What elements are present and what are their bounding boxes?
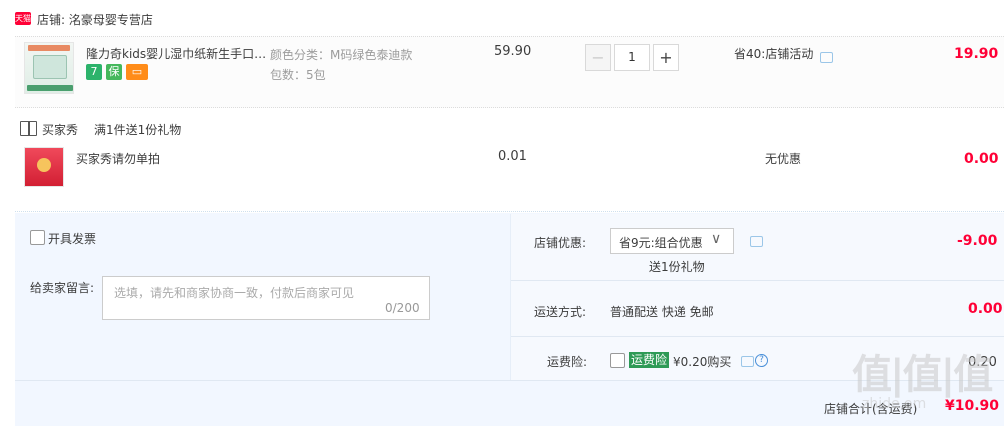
insurance-price: ¥0.20购买 [673, 355, 732, 369]
gift-label: 买家秀 [42, 123, 79, 137]
product-title[interactable]: 隆力奇kids婴儿湿巾纸新生手口… [86, 45, 266, 62]
shop-discount-label: 店铺优惠: [534, 236, 587, 250]
divider [511, 336, 1004, 337]
divider [511, 280, 1004, 281]
help-icon[interactable]: ? [755, 354, 768, 367]
sku-color: 颜色分类：M码绿色泰迪款 [270, 48, 413, 62]
credit-card-icon[interactable]: ▭ [126, 64, 148, 80]
gift-price: 0.01 [498, 149, 527, 164]
shipping-label: 运送方式: [534, 305, 587, 319]
quantity-input[interactable]: 1 [614, 44, 650, 71]
gift-promotion: 无优惠 [765, 152, 802, 166]
guarantee-icon[interactable]: 保 [106, 64, 122, 80]
gift-note: 送1份礼物 [649, 260, 705, 274]
watermark: 值|值|值 [852, 352, 993, 398]
gift-icon [20, 121, 37, 136]
gift-subtotal: 0.00 [964, 151, 999, 167]
gift-title[interactable]: 买家秀请勿单拍 [76, 150, 160, 167]
thumbnail-footer [27, 85, 73, 91]
item-subtotal: 19.90 [954, 46, 999, 62]
gift-medal-icon [37, 158, 51, 172]
shop-name[interactable]: 店铺: 洺豪母婴专营店 [37, 11, 153, 28]
shop-discount-selected[interactable]: 省9元:组合优惠 [619, 234, 703, 251]
seven-day-return-icon[interactable]: 7 [86, 64, 102, 80]
invoice-label[interactable]: 开具发票 [48, 230, 96, 247]
message-label: 给卖家留言: [30, 281, 95, 295]
item-promotion: 省40:店铺活动 [734, 47, 814, 61]
discount-info-icon[interactable] [750, 236, 763, 247]
sku-count: 包数：5包 [270, 68, 326, 82]
message-char-count: 0/200 [385, 301, 420, 315]
divider [15, 211, 1004, 212]
thumbnail-pack [33, 55, 67, 79]
invoice-checkbox[interactable] [30, 230, 45, 245]
shop-total-value: ¥10.90 [945, 398, 1000, 414]
quantity-decrease-button[interactable]: − [585, 44, 611, 71]
chevron-down-icon[interactable]: ∨ [711, 231, 721, 247]
shipping-method: 普通配送 快递 免邮 [610, 305, 714, 319]
gift-description: 满1件送1份礼物 [94, 123, 182, 137]
insurance-checkbox[interactable] [610, 353, 625, 368]
quantity-increase-button[interactable]: + [653, 44, 679, 71]
shipping-cost: 0.00 [968, 301, 1003, 317]
insurance-info-icon[interactable] [741, 356, 754, 367]
shop-discount-value: -9.00 [957, 233, 998, 249]
message-placeholder: 选填，请先和商家协商一致，付款后商家可见 [114, 286, 355, 300]
watermark-url: zhide.om [862, 396, 927, 412]
thumbnail-banner [28, 45, 70, 51]
promotion-info-icon[interactable] [820, 52, 833, 63]
gift-thumbnail[interactable] [24, 147, 64, 187]
tmall-logo: 天猫 [15, 12, 31, 25]
product-sku: 颜色分类：M码绿色泰迪款 包数：5包 [270, 45, 412, 85]
insurance-badge[interactable]: 运费险 [629, 352, 670, 368]
unit-price: 59.90 [494, 44, 532, 59]
insurance-label: 运费险: [547, 355, 588, 369]
product-thumbnail[interactable] [24, 42, 74, 94]
